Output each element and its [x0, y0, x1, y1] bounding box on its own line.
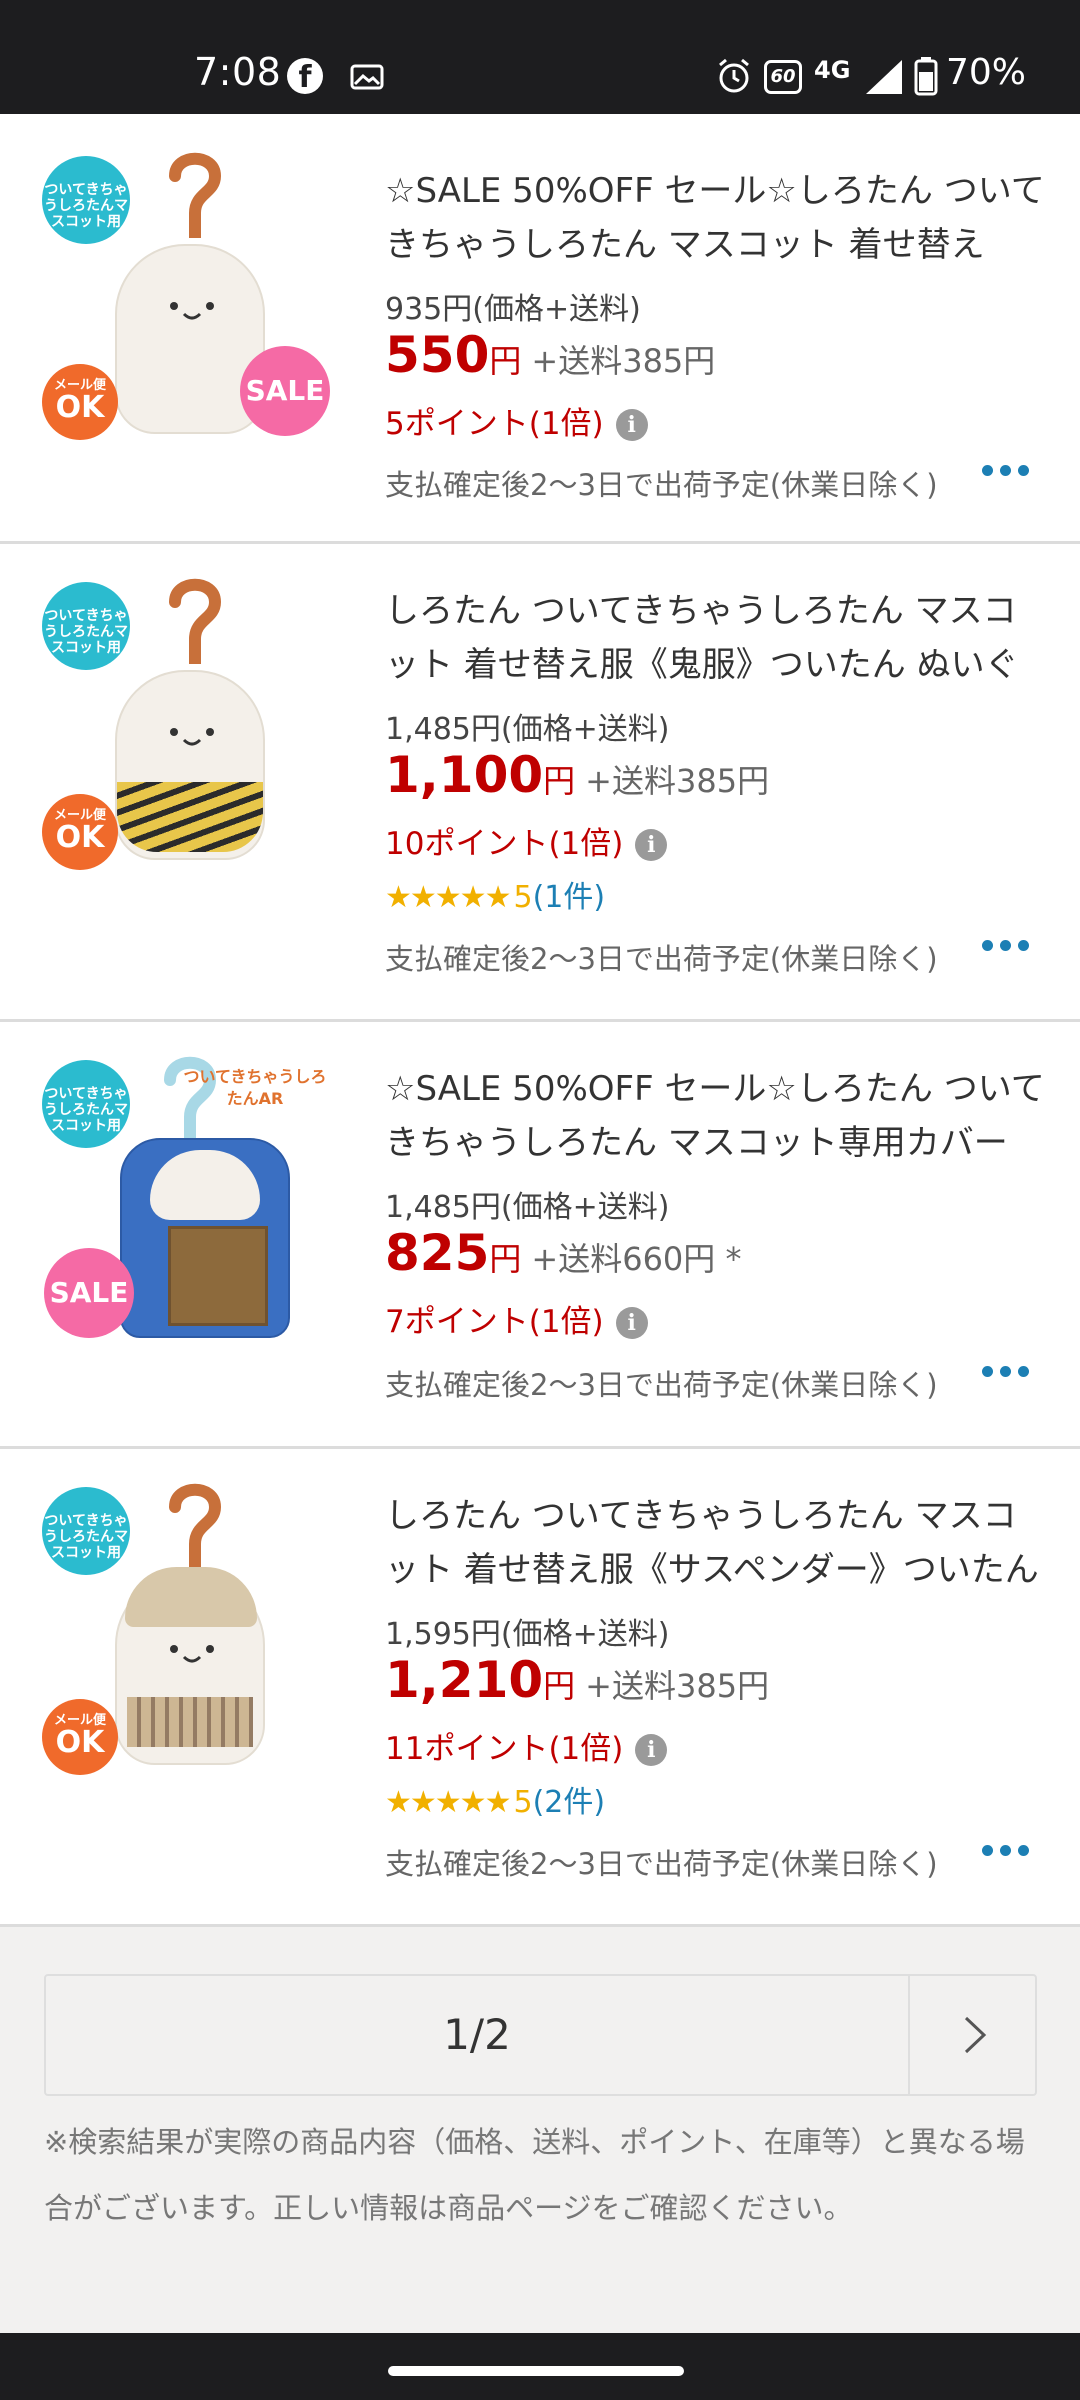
review-count-link[interactable]: (1件): [533, 880, 606, 915]
status-bar: 7:08 f 60 4G 70%: [0, 0, 1080, 114]
price-total: 1,595円(価格+送料): [385, 1617, 670, 1652]
page-indicator: 1/2: [443, 2010, 511, 2059]
product-title[interactable]: しろたん ついてきちゃうしろたん マスコット 着せ替え服《鬼服》ついたん ぬいぐ…: [385, 584, 1045, 692]
product-card[interactable]: ついてきちゃうしろたんマスコット用 メール便 OK しろたん ついてきちゃうしろた…: [0, 544, 1080, 1022]
mascot-badge: ついてきちゃうしろたんマスコット用: [42, 1487, 130, 1575]
hanger-hook: [169, 152, 222, 238]
price-total: 1,485円(価格+送料): [385, 712, 670, 747]
points: 7ポイント(1倍) i: [385, 1296, 648, 1341]
rating[interactable]: ★★★★★ 5(2件): [385, 1777, 605, 1821]
cover-figure: [120, 1138, 290, 1338]
mascot-badge: ついてきちゃうしろたんマスコット用: [42, 156, 130, 244]
info-icon[interactable]: i: [615, 1307, 648, 1339]
network-type: 4G: [814, 56, 851, 84]
mail-ok-badge: メール便 OK: [42, 1699, 118, 1775]
mail-ok-badge: メール便 OK: [42, 364, 118, 440]
price: 550円 +送料385円: [385, 326, 716, 384]
product-card[interactable]: ついてきちゃうしろたんマスコット用 メール便 OK SALE ☆SALE 50%O…: [0, 114, 1080, 544]
more-options-icon[interactable]: [982, 1362, 1038, 1377]
hanger-hook: [169, 1483, 222, 1569]
image-icon: [350, 64, 384, 90]
product-thumbnail[interactable]: ついてきちゃうしろたんマスコット用 メール便 OK: [40, 578, 340, 880]
sale-badge: SALE: [44, 1248, 134, 1338]
alarm-icon: [719, 58, 749, 93]
info-icon[interactable]: i: [615, 409, 648, 441]
shipping-note: 支払確定後2〜3日で出荷予定(休業日除く): [385, 1847, 938, 1881]
star-icons: ★★★★★: [385, 880, 511, 915]
shipping-note: 支払確定後2〜3日で出荷予定(休業日除く): [385, 1368, 938, 1402]
hanger-hook: [169, 578, 222, 664]
mascot-badge: ついてきちゃうしろたんマスコット用: [42, 582, 130, 670]
mascot-figure: [115, 1567, 265, 1765]
info-icon[interactable]: i: [635, 1734, 668, 1766]
mascot-figure: [115, 670, 265, 860]
search-results: ついてきちゃうしろたんマスコット用 メール便 OK SALE ☆SALE 50%O…: [0, 114, 1080, 2333]
disclaimer: ※検索結果が実際の商品内容（価格、送料、ポイント、在庫等）と異なる場合がございま…: [44, 2125, 1025, 2225]
product-card[interactable]: ついてきちゃうしろたんマスコット用 メール便 OK しろたん ついてきちゃうしろた…: [0, 1449, 1080, 1927]
price-total: 1,485円(価格+送料): [385, 1190, 670, 1225]
shipping-note: 支払確定後2〜3日で出荷予定(休業日除く): [385, 942, 938, 976]
product-title[interactable]: ☆SALE 50%OFF セール☆しろたん ついてきちゃうしろたん マスコット専…: [385, 1062, 1045, 1170]
product-thumbnail[interactable]: ついてきちゃうしろたんAR ついてきちゃうしろたんマスコット用 SALE: [40, 1056, 340, 1358]
price: 825円 +送料660円 *: [385, 1224, 742, 1282]
mail-ok-badge: メール便 OK: [42, 794, 118, 870]
more-options-icon[interactable]: [982, 461, 1038, 476]
refresh-rate-icon: 60: [764, 60, 802, 94]
points: 11ポイント(1倍) i: [385, 1723, 668, 1768]
battery-percent: 70%: [946, 52, 1027, 93]
facebook-icon: f: [287, 58, 323, 95]
points: 10ポイント(1倍) i: [385, 818, 668, 863]
more-options-icon[interactable]: [982, 1841, 1038, 1856]
battery-icon: [914, 57, 938, 96]
product-thumbnail[interactable]: ついてきちゃうしろたんマスコット用 メール便 OK: [40, 1483, 340, 1785]
points: 5ポイント(1倍) i: [385, 398, 648, 443]
more-options-icon[interactable]: [982, 936, 1038, 951]
sale-badge: SALE: [240, 346, 330, 436]
mascot-badge: ついてきちゃうしろたんマスコット用: [42, 1060, 130, 1148]
product-title[interactable]: しろたん ついてきちゃうしろたん マスコット 着せ替え服《サスペンダー》ついたん…: [385, 1489, 1045, 1597]
product-title[interactable]: ☆SALE 50%OFF セール☆しろたん ついてきちゃうしろたん マスコット …: [385, 164, 1045, 272]
navigation-bar: [0, 2333, 1080, 2400]
home-gesture-handle[interactable]: [388, 2366, 684, 2376]
chevron-right-icon: [964, 2016, 987, 2054]
info-icon[interactable]: i: [635, 829, 668, 861]
price: 1,100円 +送料385円: [385, 746, 770, 804]
signal-icon: [866, 60, 902, 94]
product-card[interactable]: ついてきちゃうしろたんAR ついてきちゃうしろたんマスコット用 SALE ☆SA…: [0, 1022, 1080, 1449]
rating[interactable]: ★★★★★ 5(1件): [385, 872, 605, 916]
status-time: 7:08: [194, 50, 282, 94]
review-count-link[interactable]: (2件): [533, 1785, 606, 1820]
price-total: 935円(価格+送料): [385, 292, 641, 327]
next-page-button[interactable]: [908, 1976, 1037, 2094]
ar-label: ついてきちゃうしろたんAR: [183, 1067, 327, 1108]
pagination: 1/2: [44, 1974, 1037, 2096]
shipping-note: 支払確定後2〜3日で出荷予定(休業日除く): [385, 468, 938, 502]
star-icons: ★★★★★: [385, 1785, 511, 1820]
product-thumbnail[interactable]: ついてきちゃうしろたんマスコット用 メール便 OK SALE: [40, 152, 340, 454]
price: 1,210円 +送料385円: [385, 1651, 770, 1709]
